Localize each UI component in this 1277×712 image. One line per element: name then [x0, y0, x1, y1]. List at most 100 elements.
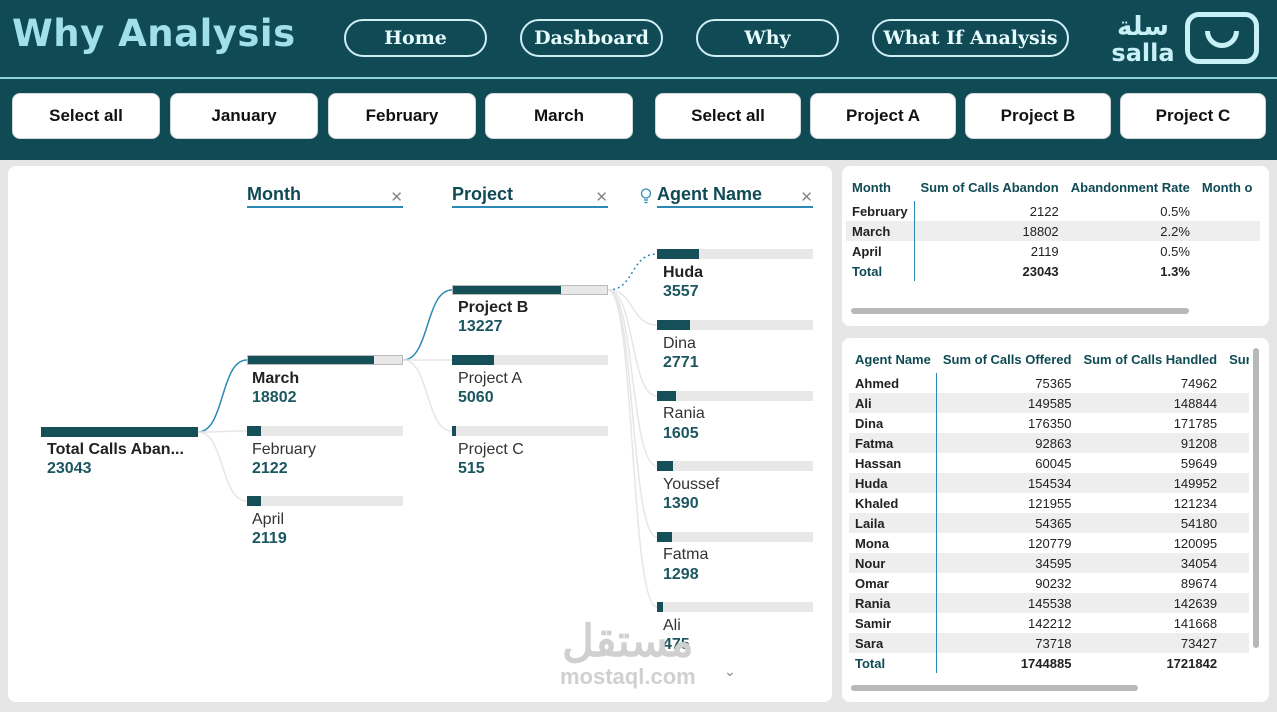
- tree-node-month-label: April: [252, 511, 285, 528]
- table-row[interactable]: Nour 34595 34054: [849, 553, 1249, 573]
- table-cell: 90232: [1035, 575, 1072, 591]
- month-table-header[interactable]: Month: [846, 173, 914, 201]
- table-row[interactable]: Dina 176350 171785: [849, 413, 1249, 433]
- tree-node-agent-fatma-bar[interactable]: [657, 532, 813, 542]
- table-cell: 1.3%: [1160, 263, 1190, 279]
- table-cell: 145538: [936, 593, 1078, 613]
- project-slicer-select-all[interactable]: Select all: [655, 93, 801, 139]
- table-cell: [1223, 493, 1249, 513]
- tree-column-project[interactable]: Project ✕: [452, 184, 608, 208]
- table-cell: Dina: [849, 413, 938, 433]
- table-row[interactable]: Khaled 121955 121234: [849, 493, 1249, 513]
- table-cell: February: [846, 201, 915, 221]
- table-cell: 92863: [936, 433, 1078, 453]
- close-icon[interactable]: ✕: [595, 188, 608, 206]
- tree-node-month-april-bar[interactable]: [247, 496, 403, 506]
- table-cell: 0.5%: [1160, 203, 1190, 219]
- table-row[interactable]: April 2119 0.5%: [846, 241, 1260, 261]
- table-cell: 1721842: [1166, 655, 1218, 671]
- tree-node-month-march-bar[interactable]: [247, 355, 403, 365]
- table-cell: [1223, 553, 1249, 573]
- table-row[interactable]: Ali 149585 148844: [849, 393, 1249, 413]
- table-cell: [1223, 433, 1249, 453]
- table-cell: [1196, 261, 1260, 281]
- table-cell: 34595: [936, 553, 1078, 573]
- tree-node-agent-youssef-bar[interactable]: [657, 461, 813, 471]
- agent-table-hscrollbar[interactable]: [851, 685, 1138, 691]
- tree-node-root-bar[interactable]: [41, 427, 198, 437]
- table-row[interactable]: March 18802 2.2%: [846, 221, 1260, 241]
- close-icon[interactable]: ✕: [800, 188, 813, 206]
- agent-table-vscrollbar[interactable]: [1253, 348, 1259, 648]
- tree-node-agent-fatma-fill: [657, 532, 673, 542]
- month-table-header[interactable]: Month o: [1196, 173, 1260, 201]
- table-row[interactable]: Samir 142212 141668: [849, 613, 1249, 633]
- table-cell: Fatma: [849, 433, 938, 453]
- table-row[interactable]: Mona 120779 120095: [849, 533, 1249, 553]
- month-slicer-january[interactable]: January: [170, 93, 318, 139]
- project-slicer-a[interactable]: Project A: [810, 93, 956, 139]
- agent-table-header[interactable]: Sum of Calls Handled: [1077, 345, 1223, 373]
- table-cell: [1223, 513, 1249, 533]
- agent-table-header[interactable]: Agent Name: [849, 345, 937, 373]
- tree-node-project-b-bar[interactable]: [452, 285, 608, 295]
- tree-column-month[interactable]: Month ✕: [247, 184, 403, 208]
- tree-node-agent-value: 1298: [663, 566, 699, 583]
- month-table-scrollbar[interactable]: [851, 308, 1189, 314]
- tree-column-project-label: Project: [452, 184, 514, 204]
- nav-dashboard-button[interactable]: Dashboard: [520, 19, 663, 57]
- nav-home-button[interactable]: Home: [344, 19, 487, 57]
- tree-node-project-c-bar[interactable]: [452, 426, 608, 436]
- project-slicer-c[interactable]: Project C: [1120, 93, 1266, 139]
- month-slicer-march[interactable]: March: [485, 93, 633, 139]
- table-row[interactable]: Sara 73718 73427: [849, 633, 1249, 653]
- table-cell: 142212: [1028, 615, 1072, 631]
- table-row[interactable]: Rania 145538 142639: [849, 593, 1249, 613]
- table-row[interactable]: Laila 54365 54180: [849, 513, 1249, 533]
- tree-node-month-value: 2122: [252, 460, 288, 477]
- tree-node-month-value: 18802: [252, 389, 297, 406]
- agent-table-header[interactable]: Sum of Calls Offered: [937, 345, 1078, 373]
- table-cell: [1196, 241, 1260, 261]
- month-slicer-february[interactable]: February: [328, 93, 476, 139]
- agent-table-header[interactable]: Sun: [1223, 345, 1249, 373]
- tree-node-agent-huda-bar[interactable]: [657, 249, 813, 259]
- tree-node-root-label: Total Calls Aban...: [47, 441, 184, 458]
- tree-node-agent-dina-bar[interactable]: [657, 320, 813, 330]
- table-row[interactable]: Omar 90232 89674: [849, 573, 1249, 593]
- month-table-header[interactable]: Abandonment Rate: [1065, 173, 1196, 201]
- table-cell: [1223, 393, 1249, 413]
- table-cell: Laila: [849, 513, 938, 533]
- table-row[interactable]: Huda 154534 149952: [849, 473, 1249, 493]
- table-cell: Nour: [849, 553, 938, 573]
- close-icon[interactable]: ✕: [390, 188, 403, 206]
- salla-logo-text: سلة salla: [1108, 14, 1178, 65]
- tree-column-agent[interactable]: Agent Name ✕: [657, 184, 813, 208]
- table-cell: 1744885: [1020, 655, 1072, 671]
- table-cell: 171785: [1173, 415, 1218, 431]
- month-table-header[interactable]: Sum of Calls Abandon: [914, 173, 1064, 201]
- table-cell: 2119: [1030, 243, 1059, 259]
- page-title: Why Analysis: [12, 12, 296, 55]
- tree-node-month-february-bar[interactable]: [247, 426, 403, 436]
- nav-why-button[interactable]: Why: [696, 19, 839, 57]
- tree-node-agent-ali-bar[interactable]: [657, 602, 813, 612]
- table-cell: 120095: [1173, 535, 1218, 551]
- table-row[interactable]: Ahmed 75365 74962: [849, 373, 1249, 393]
- tree-node-project-value: 5060: [458, 389, 494, 406]
- watermark-arabic: مستقل: [562, 617, 694, 666]
- table-cell: 89674: [1180, 575, 1218, 591]
- tree-node-project-a-bar[interactable]: [452, 355, 608, 365]
- nav-what-if-button[interactable]: What If Analysis: [872, 19, 1069, 57]
- project-slicer-b[interactable]: Project B: [965, 93, 1111, 139]
- table-row[interactable]: February 2122 0.5%: [846, 201, 1260, 221]
- table-row[interactable]: Fatma 92863 91208: [849, 433, 1249, 453]
- table-cell: Hassan: [849, 453, 938, 473]
- table-row[interactable]: Hassan 60045 59649: [849, 453, 1249, 473]
- tree-node-agent-rania-bar[interactable]: [657, 391, 813, 401]
- table-cell: Samir: [849, 613, 938, 633]
- table-cell: [1223, 653, 1249, 673]
- table-cell: 0.5%: [1160, 243, 1190, 259]
- chevron-down-icon[interactable]: ⌄: [724, 664, 736, 680]
- month-slicer-select-all[interactable]: Select all: [12, 93, 160, 139]
